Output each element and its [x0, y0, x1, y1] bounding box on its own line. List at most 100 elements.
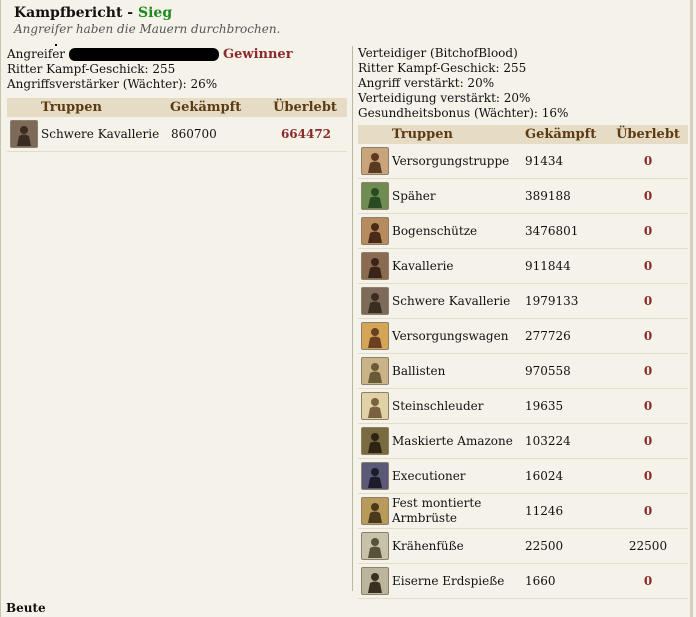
page-title: Kampfbericht - Sieg — [14, 5, 280, 21]
fought-count: 19635 — [525, 398, 564, 413]
troop-name: Maskierte Amazone — [392, 433, 513, 448]
table-row: Bogenschütze 3476801 0 — [358, 214, 688, 249]
scout-icon — [361, 182, 389, 210]
table-row: Schwere Kavallerie 860700 664472 — [7, 117, 347, 152]
survived-count: 0 — [643, 503, 653, 518]
survived-count: 0 — [643, 328, 653, 343]
heavy-cavalry-icon — [361, 287, 389, 315]
defender-defense-boost: Verteidigung verstärkt: 20% — [358, 91, 531, 105]
defender-table-header: Truppen Gekämpft Überlebt — [358, 125, 688, 144]
troop-name: Versorgungstruppe — [392, 153, 510, 168]
survived-count: 0 — [643, 468, 653, 483]
supply-wagon-icon — [361, 322, 389, 350]
table-row: Späher 389188 0 — [358, 179, 688, 214]
cavalry-icon — [361, 252, 389, 280]
defender-label: Verteidiger (BitchofBlood) — [358, 46, 518, 60]
attacker-panel: Angreifer Gewinner Ritter Kampf-Geschick:… — [7, 47, 347, 152]
defender-attack-boost: Angriff verstärkt: 20% — [358, 76, 495, 90]
troop-name: Versorgungswagen — [392, 328, 509, 343]
heavy-cavalry-icon — [10, 120, 38, 148]
survived-count: 0 — [643, 153, 653, 168]
troop-name: Steinschleuder — [392, 398, 484, 413]
attacker-line: Angreifer Gewinner — [7, 47, 347, 62]
catapult-icon — [361, 392, 389, 420]
table-row: Versorgungstruppe 91434 0 — [358, 144, 688, 179]
survived-count: 0 — [643, 223, 653, 238]
fought-count: 1660 — [525, 573, 556, 588]
defender-skill: Ritter Kampf-Geschick: 255 — [358, 61, 527, 75]
table-row: Maskierte Amazone 103224 0 — [358, 424, 688, 459]
attacker-skill: Ritter Kampf-Geschick: 255 — [7, 62, 176, 76]
attacker-table-header: Truppen Gekämpft Überlebt — [7, 98, 347, 117]
cursor-dot — [55, 44, 57, 46]
loot-heading: Beute — [6, 601, 46, 615]
ballista-icon — [361, 357, 389, 385]
table-row: Versorgungswagen 277726 0 — [358, 319, 688, 354]
troop-name: Ballisten — [392, 363, 446, 378]
survived-count: 0 — [643, 398, 653, 413]
survived-count: 0 — [643, 433, 653, 448]
fought-count: 3476801 — [525, 223, 579, 238]
troop-name: Executioner — [392, 468, 466, 483]
troop-name: Eiserne Erdspieße — [392, 573, 505, 588]
archer-icon — [361, 217, 389, 245]
title-text: Kampfbericht - — [14, 5, 138, 21]
table-row: Schwere Kavallerie 1979133 0 — [358, 284, 688, 319]
survived-count: 664472 — [280, 126, 332, 141]
survived-count: 0 — [643, 258, 653, 273]
crossbow-icon — [361, 497, 389, 525]
amazon-icon — [361, 427, 389, 455]
fought-count: 860700 — [171, 126, 217, 141]
troop-name: Bogenschütze — [392, 223, 478, 238]
defender-table-body: Versorgungstruppe 91434 0 Späher 389188 0 Boge… — [358, 144, 688, 599]
survived-count: 22500 — [628, 538, 668, 553]
col-fought: Gekämpft — [170, 100, 242, 115]
fought-count: 91434 — [525, 153, 564, 168]
troop-name: Fest montierte Armbrüste — [392, 496, 482, 525]
survived-count: 0 — [643, 363, 653, 378]
fought-count: 970558 — [525, 363, 571, 378]
table-row: Ballisten 970558 0 — [358, 354, 688, 389]
table-row: Fest montierte Armbrüste 11246 0 — [358, 494, 688, 529]
fought-count: 389188 — [525, 188, 571, 203]
survived-count: 0 — [643, 293, 653, 308]
fought-count: 11246 — [525, 503, 564, 518]
survived-count: 0 — [643, 188, 653, 203]
battle-subtitle: Angreifer haben die Mauern durchbrochen. — [14, 22, 281, 36]
attacker-label: Angreifer — [7, 47, 66, 61]
executioner-icon — [361, 462, 389, 490]
table-row: Executioner 16024 0 — [358, 459, 688, 494]
troop-name: Späher — [392, 188, 436, 203]
attacker-booster: Angriffsverstärker (Wächter): 26% — [7, 77, 218, 91]
col-troops: Truppen — [392, 127, 453, 142]
col-fought: Gekämpft — [525, 127, 597, 142]
col-survived: Überlebt — [616, 127, 680, 142]
col-survived: Überlebt — [273, 100, 337, 115]
table-row: Kavallerie 911844 0 — [358, 249, 688, 284]
redacted-name — [69, 48, 220, 61]
troop-name: Krähenfüße — [392, 538, 464, 553]
battle-result: Sieg — [137, 5, 173, 21]
fought-count: 103224 — [525, 433, 571, 448]
fought-count: 911844 — [525, 258, 571, 273]
caltrops-icon — [361, 532, 389, 560]
fought-count: 277726 — [525, 328, 571, 343]
troop-name: Schwere Kavallerie — [392, 293, 511, 308]
col-troops: Truppen — [41, 100, 102, 115]
survived-count: 0 — [643, 573, 653, 588]
supply-troop-icon — [361, 147, 389, 175]
winner-badge: Gewinner — [223, 47, 293, 62]
table-row: Eiserne Erdspieße 1660 0 — [358, 564, 688, 599]
troop-name: Kavallerie — [392, 258, 454, 273]
defender-health-bonus: Gesundheitsbonus (Wächter): 16% — [358, 106, 569, 120]
report-header: Kampfbericht - Sieg Angreifer haben die … — [14, 5, 280, 36]
spikes-icon — [361, 567, 389, 595]
fought-count: 16024 — [525, 468, 564, 483]
fought-count: 22500 — [525, 538, 564, 553]
attacker-table-body: Schwere Kavallerie 860700 664472 — [7, 117, 347, 152]
defender-panel: Verteidiger (BitchofBlood) Ritter Kampf-… — [358, 46, 688, 599]
column-divider — [352, 46, 353, 591]
fought-count: 1979133 — [525, 293, 579, 308]
table-row: Krähenfüße 22500 22500 — [358, 529, 688, 564]
troop-name: Schwere Kavallerie — [41, 126, 160, 141]
